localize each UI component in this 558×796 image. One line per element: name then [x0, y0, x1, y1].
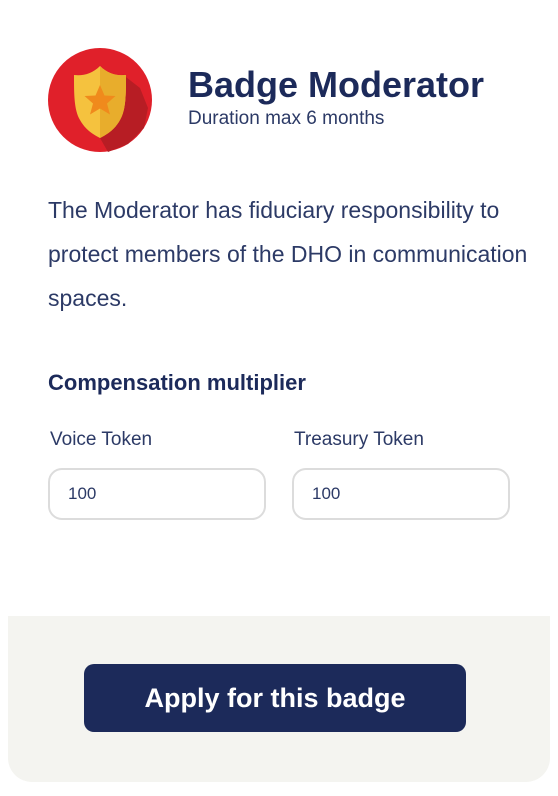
treasury-token-label: Treasury Token — [294, 429, 424, 450]
treasury-token-field: Treasury Token — [292, 428, 510, 520]
badge-description: The Moderator has fiduciary responsibili… — [48, 197, 528, 311]
badge-header: Badge Moderator Duration max 6 months — [48, 48, 484, 152]
badge-duration: Duration max 6 months — [188, 108, 385, 129]
voice-token-field: Voice Token — [48, 428, 266, 520]
voice-token-label: Voice Token — [50, 429, 153, 450]
badge-title-block: Badge Moderator Duration max 6 months — [188, 65, 484, 131]
card-footer: Apply for this badge — [8, 616, 550, 782]
voice-token-input[interactable] — [48, 468, 266, 520]
badge-title: Badge Moderator — [188, 64, 485, 105]
police-badge-icon — [48, 48, 152, 152]
compensation-section-title: Compensation multiplier — [48, 370, 306, 395]
badge-card: Badge Moderator Duration max 6 months Th… — [8, 0, 550, 782]
apply-badge-button[interactable]: Apply for this badge — [84, 664, 466, 732]
treasury-token-input[interactable] — [292, 468, 510, 520]
